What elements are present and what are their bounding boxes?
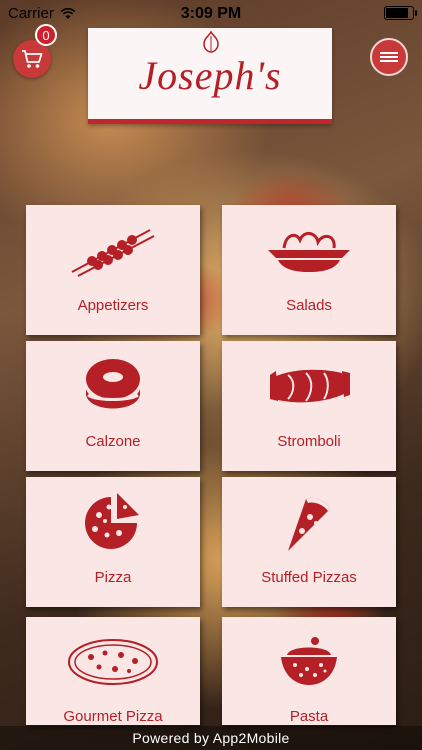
- hamburger-icon: [380, 50, 398, 64]
- stromboli-icon: [266, 353, 352, 419]
- tile-pizza[interactable]: Pizza: [26, 477, 200, 607]
- status-right: [384, 6, 417, 20]
- pasta-bowl-icon: [279, 629, 339, 694]
- tile-salads[interactable]: Salads: [222, 205, 396, 335]
- restaurant-logo: Joseph's: [138, 53, 282, 98]
- tile-label: Pasta: [289, 708, 329, 725]
- salad-bowl-icon: [266, 217, 352, 283]
- battery-icon: [384, 6, 417, 20]
- pizza-slice-icon: [284, 489, 334, 555]
- tile-label: Salads: [286, 297, 332, 314]
- tile-label: Gourmet Pizza: [63, 708, 163, 725]
- tile-label: Calzone: [85, 433, 141, 450]
- menu-button[interactable]: [370, 38, 408, 76]
- tile-label: Pizza: [94, 569, 132, 586]
- cart-icon: [22, 50, 43, 68]
- tile-label: Appetizers: [77, 297, 149, 314]
- tile-calzone[interactable]: Calzone: [26, 341, 200, 471]
- status-bar: Carrier 3:09 PM: [0, 0, 422, 28]
- pizza-icon: [81, 489, 145, 555]
- powered-by-footer: Powered by App2Mobile: [0, 726, 422, 750]
- tile-appetizers[interactable]: Appetizers: [26, 205, 200, 335]
- status-time: 3:09 PM: [180, 5, 242, 22]
- tile-gourmet-pizza[interactable]: Gourmet Pizza: [26, 617, 200, 725]
- tile-label: Stuffed Pizzas: [261, 569, 357, 586]
- header-logo-card: Joseph's: [88, 28, 332, 124]
- calzone-icon: [82, 353, 144, 419]
- gourmet-pizza-icon: [65, 629, 161, 694]
- cart-count-badge: 0: [35, 24, 57, 46]
- tile-pasta[interactable]: Pasta: [222, 617, 396, 725]
- garlic-logo-icon: [203, 30, 219, 53]
- tile-stromboli[interactable]: Stromboli: [222, 341, 396, 471]
- tile-label: Stromboli: [277, 433, 341, 450]
- skewers-icon: [70, 217, 156, 283]
- tile-stuffed-pizzas[interactable]: Stuffed Pizzas: [222, 477, 396, 607]
